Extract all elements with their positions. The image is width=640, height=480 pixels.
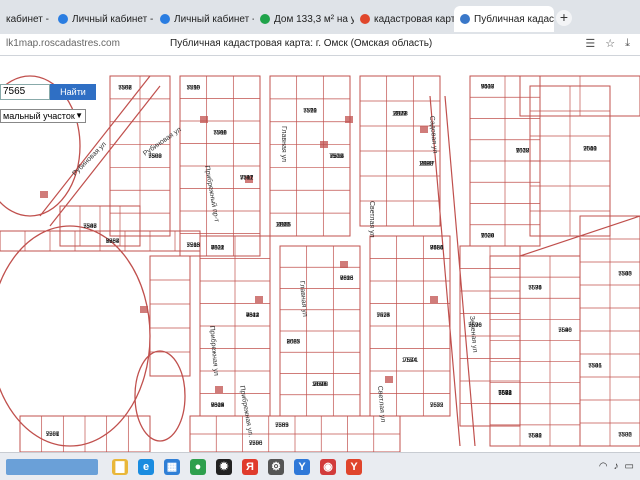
parcel-label: 5701 [588, 364, 602, 370]
cadastral-map[interactable]: 7506 7508 7510 7509 7511 7513 7512 75/14 11165 11… [0, 56, 640, 452]
map-canvas[interactable]: 750675087510750975117513751275/141116511… [0, 56, 640, 452]
tab-4-label: Дом 133,3 м² на ул [274, 13, 354, 25]
parcel-label: 5715 [330, 154, 344, 160]
parcel-label: 5694 [528, 286, 542, 292]
parcel-label: 5708 [118, 85, 132, 91]
parcel-label: 5700 [618, 272, 632, 278]
parcel-label: 5706 [249, 441, 263, 447]
parcel-label: 5696 [558, 328, 572, 334]
tab-5-label: кадастровая карта [374, 13, 454, 25]
tab-4[interactable]: Дом 133,3 м² на ул✕ [254, 6, 354, 32]
yandex-browser-active-icon[interactable]: Y [346, 459, 362, 475]
bee-icon[interactable]: ✹ [216, 459, 232, 475]
taskbar: ▇ e ▦ ● ✹ Я ⚙ Y ◉ Y ◠ ♪ ▭ [0, 452, 640, 480]
chrome-icon[interactable]: ● [190, 459, 206, 475]
parcel-label: 2075 [313, 382, 327, 388]
tab-2[interactable]: Личный кабинет - ✕ [52, 6, 154, 32]
page-title: Публичная кадастровая карта: г. Омск (Ом… [170, 38, 433, 49]
volume-icon[interactable]: ♪ [614, 461, 619, 472]
address-bar[interactable]: lk1map.roscadastres.com Публичная кадаст… [0, 34, 640, 56]
search-input[interactable]: 7565 [0, 84, 50, 100]
tab-3-label: Личный кабинет - [174, 13, 254, 25]
parcel-label: 4844 [246, 313, 260, 319]
tab-favicon-icon [160, 14, 170, 24]
parcel-label: 6895 [211, 403, 225, 409]
weather-widget-icon[interactable] [6, 459, 98, 475]
parcel-label: 8979 [393, 112, 407, 118]
tab-favicon-icon [360, 14, 370, 24]
street-label: Прибрежная ул [208, 325, 220, 376]
wifi-icon[interactable]: ◠ [599, 461, 608, 472]
address-bar-icons: ☰ ☆ ⤓ [585, 37, 630, 50]
parcel-label: 4828 [211, 245, 225, 251]
parcel-label: 8183 [420, 162, 434, 168]
url-text[interactable]: lk1map.roscadastres.com [6, 38, 120, 49]
object-type-select[interactable]: мальный участок ▼ [0, 109, 86, 123]
street-label: Прибрежный пр-т [203, 165, 221, 224]
parcel-label: 5433 [481, 85, 495, 91]
parcel-grid [0, 75, 640, 452]
edge-icon[interactable]: e [138, 459, 154, 475]
street-label: Светлая ул [368, 201, 375, 238]
bookmark-icon[interactable]: ☰ [585, 37, 595, 50]
tab-favicon-icon [260, 14, 270, 24]
windows-icon[interactable]: ▦ [164, 459, 180, 475]
parcel-label: 5602 [430, 403, 444, 409]
browser-tab-bar: кабинет - ✕ Личный кабинет - ✕ Личный ка… [0, 0, 640, 34]
tab-6-active[interactable]: Публичная кадастр✕ [454, 6, 554, 32]
parcel-label: 2083 [287, 340, 301, 346]
tab-favicon-icon [460, 14, 470, 24]
parcel-label: 5699 [528, 433, 542, 439]
street-label: Прибрежная ул. [238, 385, 255, 438]
object-type-value: мальный участок [3, 111, 75, 121]
yandex-browser-icon[interactable]: Y [294, 459, 310, 475]
parcel-label: 8970 [277, 223, 291, 229]
tab-1-label: кабинет - [6, 13, 49, 25]
parcel-label: 5711 [214, 130, 228, 136]
street-label: Светлая ул [376, 386, 386, 423]
street-label: Садовая ул [428, 116, 438, 154]
parcel-label: 1678 [516, 148, 530, 154]
star-icon[interactable]: ☆ [605, 37, 615, 50]
battery-icon[interactable]: ▭ [625, 461, 634, 472]
parcel-label: 5714 [303, 108, 317, 114]
parcel-label: 5704 [106, 239, 120, 245]
system-tray: ◠ ♪ ▭ [599, 461, 634, 472]
chevron-down-icon: ▼ [75, 111, 83, 120]
parcel-label: 5710 [187, 85, 201, 91]
street-label: Зеленая ул [468, 316, 478, 353]
download-icon[interactable]: ⤓ [625, 37, 630, 50]
chrome-alt-icon[interactable]: ◉ [320, 459, 336, 475]
parcel-label: 5702 [618, 433, 632, 439]
parcel-labels: 750675087510750975117513751275/141116511… [46, 85, 633, 447]
street-label: Рубиновая ул [142, 125, 183, 157]
parcel-label: 2540 [583, 147, 597, 153]
tab-favicon-icon [58, 14, 68, 24]
tab-2-label: Личный кабинет - [72, 13, 154, 25]
parcel-label: 5698 [498, 391, 512, 397]
tab-5[interactable]: кадастровая карта✕ [354, 6, 454, 32]
parcel-label: 6896 [340, 276, 354, 282]
folder-icon[interactable]: ▇ [112, 459, 128, 475]
street-label: Главная ул [280, 126, 287, 162]
parcel-label: 5712 [240, 175, 254, 181]
parcel-label: 5713 [187, 243, 201, 249]
new-tab-button[interactable]: + [556, 10, 572, 26]
parcel-label: 5703 [83, 224, 97, 230]
yandex-icon[interactable]: Я [242, 459, 258, 475]
parcel-label: 8956 [430, 245, 444, 251]
parcel-label: 5705 [275, 423, 289, 429]
tab-6-label: Публичная кадастр [474, 13, 554, 25]
tab-1[interactable]: кабинет - ✕ [0, 6, 54, 32]
settings-icon[interactable]: ⚙ [268, 459, 284, 475]
parcel-label: 1674 [481, 233, 495, 239]
tab-3[interactable]: Личный кабинет - ✕ [154, 6, 254, 32]
find-button[interactable]: Найти [50, 84, 96, 100]
parcel-label: 5709 [148, 154, 162, 160]
parcel-label: 9494 [377, 313, 391, 319]
parcel-label: 10301 [402, 358, 419, 364]
parcel-label: 5707 [46, 432, 60, 438]
